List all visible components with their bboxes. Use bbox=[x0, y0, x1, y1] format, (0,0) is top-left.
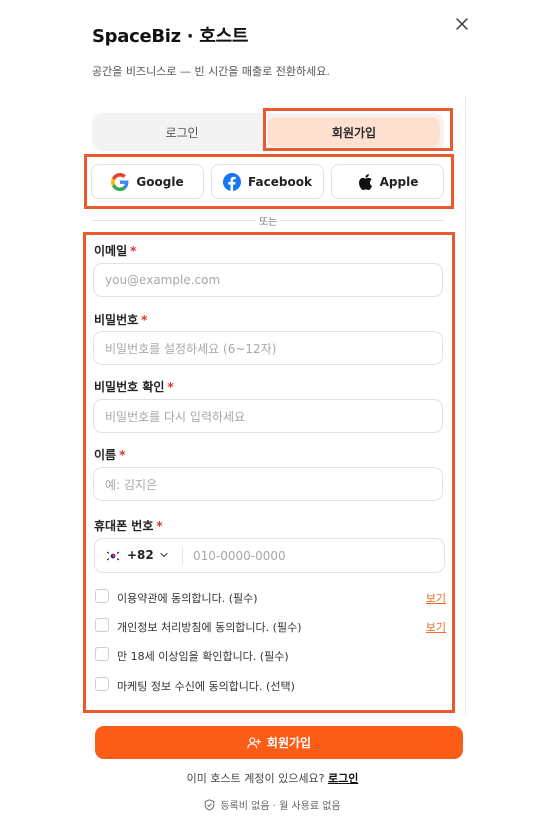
password-field[interactable]: 비밀번호를 설정하세요 (6~12자) bbox=[93, 331, 443, 365]
google-icon bbox=[111, 172, 129, 191]
required-mark: * bbox=[119, 448, 126, 462]
signup-submit-button[interactable]: 회원가입 bbox=[95, 726, 463, 759]
terms-text: 이용약관에 동의합니다. (필수) bbox=[117, 592, 258, 605]
phone-field[interactable]: +82 010-0000-0000 bbox=[94, 538, 445, 573]
email-field[interactable]: you@example.com bbox=[93, 263, 443, 297]
google-signup-button[interactable]: Google bbox=[91, 164, 204, 199]
agreement-privacy: 개인정보 처리방침에 동의합니다. (필수) 보기 bbox=[94, 617, 446, 635]
terms-view-link[interactable]: 보기 bbox=[426, 590, 446, 606]
password-label: 비밀번호 * bbox=[94, 313, 148, 327]
password-confirm-field[interactable]: 비밀번호를 다시 입력하세요 bbox=[93, 399, 443, 433]
korea-flag-icon bbox=[105, 550, 121, 562]
name-placeholder: 예: 김지은 bbox=[105, 477, 158, 492]
footer-note: 등록비 없음 · 월 사용료 없음 bbox=[0, 797, 545, 812]
facebook-icon bbox=[223, 172, 242, 191]
apple-signup-button[interactable]: Apple bbox=[331, 164, 444, 199]
google-label: Google bbox=[136, 174, 184, 189]
or-divider-text: 또는 bbox=[256, 213, 281, 228]
agreement-marketing: 마케팅 정보 수신에 동의합니다. (선택) bbox=[94, 676, 446, 694]
marketing-text: 마케팅 정보 수신에 동의합니다. (선택) bbox=[117, 680, 295, 693]
dial-code[interactable]: +82 bbox=[127, 548, 154, 562]
apple-label: Apple bbox=[379, 174, 419, 189]
phone-separator bbox=[182, 547, 183, 565]
required-mark: * bbox=[141, 313, 148, 327]
password-confirm-label: 비밀번호 확인 * bbox=[94, 380, 174, 394]
privacy-view-link[interactable]: 보기 bbox=[426, 619, 446, 635]
login-prompt: 이미 호스트 계정이 있으세요? 로그인 bbox=[186, 772, 359, 785]
footer-note-text: 등록비 없음 · 월 사용료 없음 bbox=[220, 801, 341, 812]
add-user-icon bbox=[247, 736, 261, 748]
agreement-age: 만 18세 이상임을 확인합니다. (필수) bbox=[94, 646, 446, 664]
shield-icon bbox=[205, 798, 215, 811]
signup-submit-label: 회원가입 bbox=[266, 736, 312, 750]
auth-tabs: 로그인 회원가입 bbox=[92, 113, 444, 151]
tab-signup[interactable]: 회원가입 bbox=[268, 117, 440, 147]
age-text: 만 18세 이상임을 확인합니다. (필수) bbox=[117, 650, 289, 663]
close-icon[interactable] bbox=[452, 14, 472, 34]
agreement-terms: 이용약관에 동의합니다. (필수) 보기 bbox=[94, 588, 446, 606]
phone-label: 휴대폰 번호 * bbox=[94, 519, 163, 533]
terms-checkbox[interactable] bbox=[95, 589, 109, 603]
facebook-label: Facebook bbox=[248, 174, 312, 189]
page-subtitle: 공간을 비즈니스로 — 빈 시간을 매출로 전환하세요. bbox=[92, 65, 330, 78]
privacy-text: 개인정보 처리방침에 동의합니다. (필수) bbox=[117, 621, 302, 634]
password-placeholder: 비밀번호를 설정하세요 (6~12자) bbox=[105, 341, 277, 356]
email-placeholder: you@example.com bbox=[105, 273, 221, 287]
required-mark: * bbox=[156, 519, 163, 533]
chevron-down-icon[interactable] bbox=[159, 550, 169, 560]
facebook-signup-button[interactable]: Facebook bbox=[211, 164, 324, 199]
tab-login[interactable]: 로그인 bbox=[96, 117, 268, 147]
password-confirm-placeholder: 비밀번호를 다시 입력하세요 bbox=[105, 409, 246, 424]
privacy-checkbox[interactable] bbox=[95, 618, 109, 632]
age-checkbox[interactable] bbox=[95, 647, 109, 661]
email-label: 이메일 * bbox=[94, 244, 137, 258]
name-field[interactable]: 예: 김지은 bbox=[93, 467, 443, 501]
scroll-track bbox=[465, 95, 466, 715]
page-title: SpaceBiz · 호스트 bbox=[92, 26, 249, 47]
required-mark: * bbox=[130, 244, 137, 258]
apple-icon bbox=[358, 173, 372, 190]
login-link[interactable]: 로그인 bbox=[328, 772, 358, 785]
name-label: 이름 * bbox=[94, 448, 126, 462]
required-mark: * bbox=[167, 380, 174, 394]
marketing-checkbox[interactable] bbox=[95, 677, 109, 691]
phone-placeholder: 010-0000-0000 bbox=[193, 549, 286, 563]
